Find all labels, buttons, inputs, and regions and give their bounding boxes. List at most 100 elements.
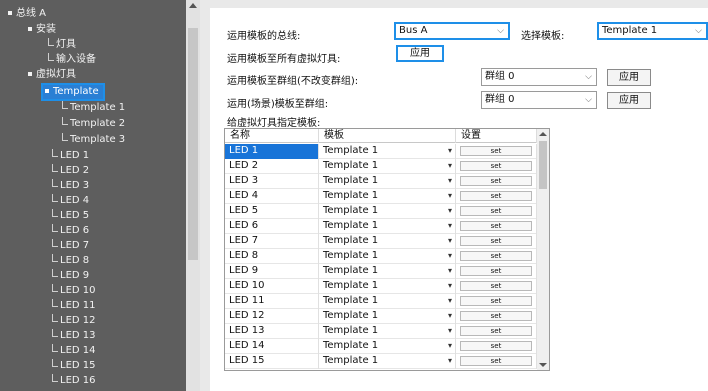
led-name-cell[interactable]: LED 5: [225, 204, 319, 219]
tree-item-install[interactable]: 安装: [28, 22, 56, 37]
scroll-down-arrow-icon[interactable]: [539, 363, 547, 367]
set-button[interactable]: set: [460, 356, 532, 366]
template-select-cell[interactable]: Template 1 ▾: [319, 249, 456, 264]
dropdown-arrow-icon[interactable]: ▾: [448, 279, 452, 293]
template-select-cell[interactable]: Template 1 ▾: [319, 294, 456, 309]
set-button[interactable]: set: [460, 176, 532, 186]
column-header-name[interactable]: 名称: [225, 129, 319, 143]
tree-item-input-devices[interactable]: 输入设备: [48, 52, 96, 67]
led-name-cell[interactable]: LED 3: [225, 174, 319, 189]
group-keep-apply-button[interactable]: 应用: [607, 69, 651, 86]
table-row[interactable]: LED 8 Template 1 ▾ set: [225, 249, 537, 264]
table-row[interactable]: LED 3 Template 1 ▾ set: [225, 174, 537, 189]
table-row[interactable]: LED 15 Template 1 ▾ set: [225, 354, 537, 369]
dropdown-arrow-icon[interactable]: ▾: [448, 234, 452, 248]
tree-item-led[interactable]: LED 8: [52, 253, 89, 268]
scroll-up-arrow-icon[interactable]: [539, 132, 547, 136]
table-row[interactable]: LED 10 Template 1 ▾ set: [225, 279, 537, 294]
led-name-cell[interactable]: LED 6: [225, 219, 319, 234]
tree-item-led[interactable]: LED 2: [52, 163, 89, 178]
bus-select[interactable]: Bus A ⌵: [394, 22, 510, 40]
scroll-up-arrow-icon[interactable]: [189, 3, 197, 8]
tree-item-template-3[interactable]: Template 3: [62, 132, 125, 147]
dropdown-arrow-icon[interactable]: ▾: [448, 324, 452, 338]
led-name-cell[interactable]: LED 11: [225, 294, 319, 309]
table-row[interactable]: LED 14 Template 1 ▾ set: [225, 339, 537, 354]
led-name-cell[interactable]: LED 15: [225, 354, 319, 369]
tree-item-led[interactable]: LED 15: [52, 358, 96, 373]
group-scene-select[interactable]: 群组 0 ⌵: [481, 91, 597, 109]
tree-item-led[interactable]: LED 14: [52, 343, 96, 358]
set-button[interactable]: set: [460, 236, 532, 246]
template-select-cell[interactable]: Template 1 ▾: [319, 204, 456, 219]
tree-item-led[interactable]: LED 12: [52, 313, 96, 328]
tree-scrollbar-thumb[interactable]: [188, 28, 198, 260]
template-select-cell[interactable]: Template 1 ▾: [319, 174, 456, 189]
template-select-cell[interactable]: Template 1 ▾: [319, 219, 456, 234]
tree-item-led[interactable]: LED 1: [52, 148, 89, 163]
tree-item-led[interactable]: LED 10: [52, 283, 96, 298]
set-button[interactable]: set: [460, 251, 532, 261]
set-button[interactable]: set: [460, 146, 532, 156]
dropdown-arrow-icon[interactable]: ▾: [448, 159, 452, 173]
set-button[interactable]: set: [460, 221, 532, 231]
tree-item-bus-a[interactable]: 总线 A: [8, 6, 46, 21]
table-row[interactable]: LED 7 Template 1 ▾ set: [225, 234, 537, 249]
dropdown-arrow-icon[interactable]: ▾: [448, 294, 452, 308]
table-row[interactable]: LED 13 Template 1 ▾ set: [225, 324, 537, 339]
set-button[interactable]: set: [460, 281, 532, 291]
tree-item-template-2[interactable]: Template 2: [62, 116, 125, 131]
dropdown-arrow-icon[interactable]: ▾: [448, 189, 452, 203]
template-select-cell[interactable]: Template 1 ▾: [319, 354, 456, 369]
tree-item-led[interactable]: LED 6: [52, 223, 89, 238]
template-select-cell[interactable]: Template 1 ▾: [319, 264, 456, 279]
table-row[interactable]: LED 9 Template 1 ▾ set: [225, 264, 537, 279]
tree-item-template-1[interactable]: Template 1: [62, 100, 125, 115]
led-name-cell[interactable]: LED 2: [225, 159, 319, 174]
dropdown-arrow-icon[interactable]: ▾: [448, 339, 452, 353]
tree-item-led[interactable]: LED 3: [52, 178, 89, 193]
set-button[interactable]: set: [460, 311, 532, 321]
dropdown-arrow-icon[interactable]: ▾: [448, 219, 452, 233]
led-name-cell[interactable]: LED 9: [225, 264, 319, 279]
led-name-cell[interactable]: LED 8: [225, 249, 319, 264]
template-select-cell[interactable]: Template 1 ▾: [319, 339, 456, 354]
set-button[interactable]: set: [460, 206, 532, 216]
grid-scrollbar[interactable]: [537, 129, 549, 370]
led-name-cell[interactable]: LED 13: [225, 324, 319, 339]
dropdown-arrow-icon[interactable]: ▾: [448, 174, 452, 188]
set-button[interactable]: set: [460, 266, 532, 276]
table-row[interactable]: LED 6 Template 1 ▾ set: [225, 219, 537, 234]
tree-item-led[interactable]: LED 13: [52, 328, 96, 343]
led-name-cell[interactable]: LED 14: [225, 339, 319, 354]
tree-item-led[interactable]: LED 9: [52, 268, 89, 283]
tree-scrollbar[interactable]: [186, 0, 200, 391]
table-row[interactable]: LED 1 Template 1 ▾ set: [225, 144, 537, 159]
template-select-cell[interactable]: Template 1 ▾: [319, 279, 456, 294]
template-select-cell[interactable]: Template 1 ▾: [319, 309, 456, 324]
dropdown-arrow-icon[interactable]: ▾: [448, 309, 452, 323]
template-select-cell[interactable]: Template 1 ▾: [319, 189, 456, 204]
grid-scrollbar-thumb[interactable]: [539, 141, 547, 189]
led-name-cell[interactable]: LED 4: [225, 189, 319, 204]
table-row[interactable]: LED 11 Template 1 ▾ set: [225, 294, 537, 309]
tree-item-fixtures[interactable]: 灯具: [48, 37, 76, 52]
dropdown-arrow-icon[interactable]: ▾: [448, 204, 452, 218]
tree-item-led[interactable]: LED 4: [52, 193, 89, 208]
tree-item-virtual-fixtures[interactable]: 虚拟灯具: [28, 67, 76, 82]
dropdown-arrow-icon[interactable]: ▾: [448, 264, 452, 278]
tree-item-led[interactable]: LED 7: [52, 238, 89, 253]
tree-item-led[interactable]: LED 11: [52, 298, 96, 313]
template-select[interactable]: Template 1 ⌵: [597, 22, 708, 40]
tree-item-led[interactable]: LED 5: [52, 208, 89, 223]
template-select-cell[interactable]: Template 1 ▾: [319, 159, 456, 174]
group-scene-apply-button[interactable]: 应用: [607, 92, 651, 109]
tree-item-led[interactable]: LED 16: [52, 373, 96, 388]
table-row[interactable]: LED 4 Template 1 ▾ set: [225, 189, 537, 204]
template-select-cell[interactable]: Template 1 ▾: [319, 324, 456, 339]
tree-item-template[interactable]: Template: [41, 83, 105, 101]
led-name-cell[interactable]: LED 7: [225, 234, 319, 249]
table-row[interactable]: LED 5 Template 1 ▾ set: [225, 204, 537, 219]
set-button[interactable]: set: [460, 296, 532, 306]
set-button[interactable]: set: [460, 326, 532, 336]
